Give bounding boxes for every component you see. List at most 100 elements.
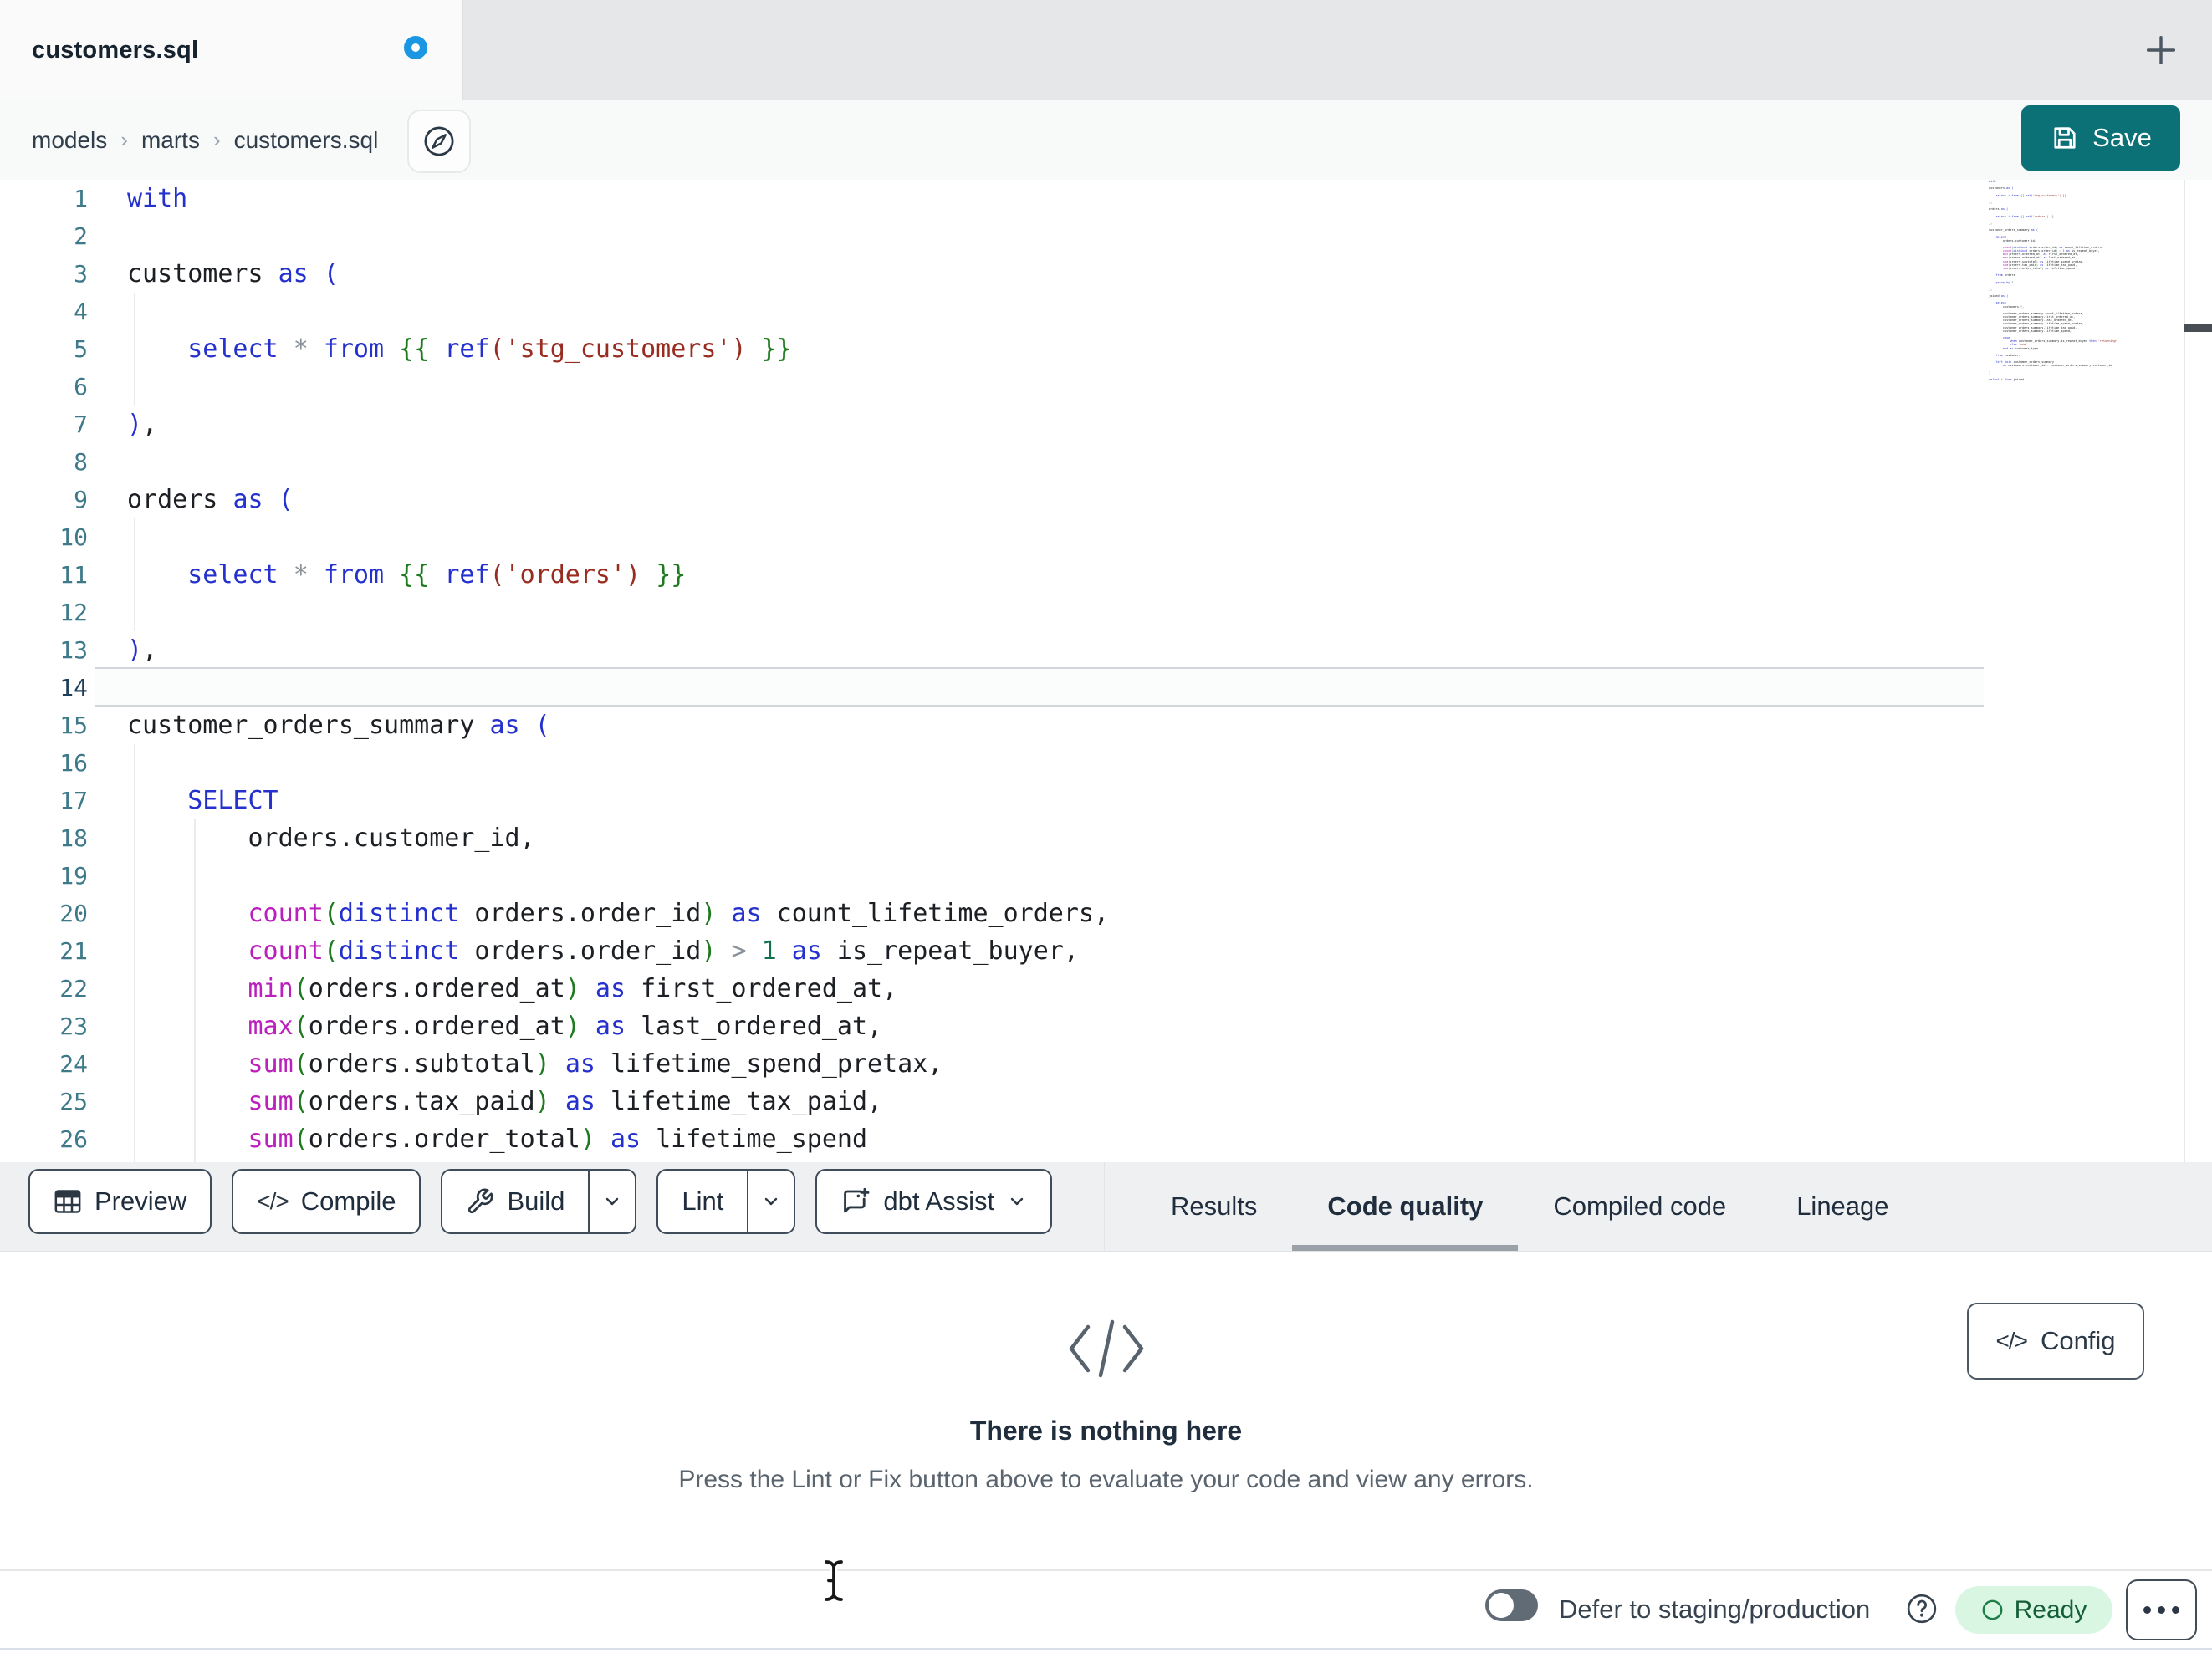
code-line: ), <box>127 635 158 665</box>
code-line: select * from {{ ref('stg_customers') }} <box>187 334 792 364</box>
new-tab-button[interactable] <box>2138 28 2184 73</box>
build-button-label: Build <box>507 1186 565 1216</box>
chevron-down-icon <box>606 1197 619 1206</box>
code-line: with <box>127 184 188 213</box>
plus-icon <box>2146 35 2176 65</box>
line-number: 25 <box>59 1088 88 1115</box>
build-button-main[interactable]: Build <box>442 1171 588 1232</box>
active-line-highlight <box>95 667 1984 707</box>
minimap[interactable]: with customers as ( select * from {{ ref… <box>1989 180 2183 389</box>
code-line: sum(orders.order_total) as lifetime_spen… <box>248 1125 868 1154</box>
lint-button-label: Lint <box>682 1186 724 1216</box>
code-line: max(orders.ordered_at) as last_ordered_a… <box>248 1012 883 1041</box>
more-options-button[interactable] <box>2126 1579 2197 1640</box>
line-number: 12 <box>59 599 88 626</box>
help-icon[interactable] <box>1905 1592 1939 1625</box>
breadcrumb-models[interactable]: models <box>32 127 107 154</box>
table-icon <box>54 1190 81 1213</box>
line-number: 11 <box>59 561 88 589</box>
ide-status-label: Ready <box>2014 1595 2087 1624</box>
code-line: select * from {{ ref('orders') }} <box>187 560 687 589</box>
wrench-icon <box>468 1188 493 1214</box>
line-number: 7 <box>74 411 88 438</box>
code-line: sum(orders.tax_paid) as lifetime_tax_pai… <box>248 1087 883 1116</box>
line-number: 15 <box>59 712 88 739</box>
file-tab-customers-sql[interactable]: customers.sql <box>0 0 463 100</box>
build-dropdown-toggle[interactable] <box>590 1171 635 1232</box>
breadcrumb-separator: › <box>212 127 221 152</box>
line-number: 14 <box>59 674 88 702</box>
file-header-row: models › marts › customers.sql Save <box>0 100 2212 180</box>
save-button-label: Save <box>2092 123 2152 152</box>
ide-status-badge[interactable]: Ready <box>1955 1586 2112 1634</box>
code-line: sum(orders.subtotal) as lifetime_spend_p… <box>248 1049 943 1079</box>
line-number: 4 <box>74 298 88 325</box>
compile-button[interactable]: </> Compile <box>232 1169 421 1234</box>
status-bar: Defer to staging/production Ready <box>0 1569 2212 1648</box>
floppy-disk-icon <box>2054 127 2076 149</box>
code-line: SELECT <box>187 786 278 815</box>
breadcrumb-marts[interactable]: marts <box>141 127 200 154</box>
line-number: 1 <box>74 185 88 212</box>
tab-compiled-code[interactable]: Compiled code <box>1518 1162 1761 1251</box>
line-number: 8 <box>74 448 88 476</box>
chat-plus-icon <box>844 1187 870 1213</box>
lint-button-main[interactable]: Lint <box>658 1171 747 1232</box>
window-bottom-edge <box>0 1648 2212 1653</box>
unsaved-changes-dot-icon <box>404 36 427 59</box>
line-number: 23 <box>59 1013 88 1040</box>
line-number: 3 <box>74 260 88 288</box>
preview-button-label: Preview <box>95 1186 187 1216</box>
line-number: 10 <box>59 523 88 551</box>
line-number: 2 <box>74 222 88 250</box>
line-number: 24 <box>59 1050 88 1078</box>
code-quality-panel: There is nothing here Press the Lint or … <box>0 1252 2212 1569</box>
code-line: orders.customer_id, <box>127 824 535 853</box>
scrollbar-cursor-marker <box>2184 324 2212 332</box>
line-number: 21 <box>59 937 88 965</box>
chevron-down-icon <box>765 1197 778 1206</box>
code-icon: </> <box>257 1188 289 1214</box>
compile-button-label: Compile <box>300 1186 396 1216</box>
defer-toggle[interactable] <box>1485 1589 1538 1621</box>
editor-toolbar: Preview </> Compile Build Lint dbt Assis… <box>0 1162 2212 1252</box>
preview-button[interactable]: Preview <box>28 1169 212 1234</box>
code-editor[interactable]: 1 2 3 4 5 6 7 8 9 10 11 12 13 14 15 16 17 18 19 20 21 22 23 24 2… <box>0 180 2212 1162</box>
line-number: 22 <box>59 975 88 1003</box>
tab-bar: customers.sql <box>0 0 2212 100</box>
file-explorer-locate-button[interactable] <box>407 110 471 173</box>
minimap-line: select * from joined <box>1989 377 2025 381</box>
code-line: count(distinct orders.order_id) > 1 as i… <box>248 936 1079 966</box>
chevron-down-icon <box>1010 1197 1024 1206</box>
code-line: count(distinct orders.order_id) as count… <box>248 899 1110 928</box>
lint-dropdown-toggle[interactable] <box>748 1171 794 1232</box>
toggle-knob <box>1489 1593 1514 1618</box>
line-number: 16 <box>59 749 88 777</box>
tab-lineage[interactable]: Lineage <box>1761 1162 1923 1251</box>
tab-code-quality[interactable]: Code quality <box>1292 1162 1519 1251</box>
ellipsis-icon <box>2143 1606 2151 1614</box>
breadcrumb-file: customers.sql <box>233 126 379 153</box>
code-line: orders as ( <box>127 485 294 514</box>
toolbar-buttons: Preview </> Compile Build Lint dbt Assis… <box>28 1169 1053 1234</box>
line-number: 6 <box>74 373 88 400</box>
breadcrumb: models › marts › customers.sql <box>32 100 378 180</box>
empty-state-subtitle: Press the Lint or Fix button above to ev… <box>678 1466 1534 1493</box>
defer-label: Defer to staging/production <box>1559 1594 1871 1624</box>
code-line: customer_orders_summary as ( <box>127 711 550 740</box>
tab-results[interactable]: Results <box>1136 1162 1292 1251</box>
line-number: 26 <box>59 1125 88 1153</box>
lint-button[interactable]: Lint <box>656 1169 796 1234</box>
code-line: ), <box>127 410 158 439</box>
save-button[interactable]: Save <box>2021 105 2180 171</box>
dbt-assist-button-label: dbt Assist <box>883 1186 995 1216</box>
code-line: customers as ( <box>127 259 339 288</box>
line-number: 18 <box>59 824 88 852</box>
config-button[interactable]: </> Config <box>1967 1303 2144 1380</box>
build-button[interactable]: Build <box>441 1169 637 1234</box>
code-icon: </> <box>1995 1328 2027 1354</box>
line-number: 17 <box>59 787 88 814</box>
dbt-assist-button[interactable]: dbt Assist <box>815 1169 1053 1234</box>
line-number: 19 <box>59 862 88 890</box>
compass-icon <box>424 126 454 156</box>
